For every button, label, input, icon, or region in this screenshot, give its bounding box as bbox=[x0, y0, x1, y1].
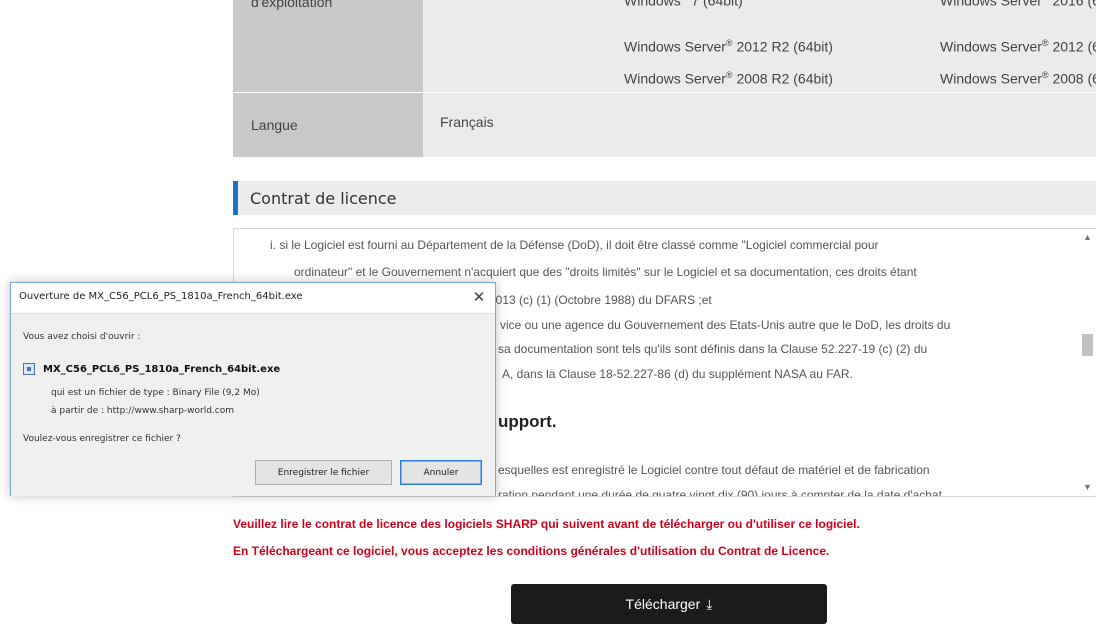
save-file-button[interactable]: Enregistrer le fichier bbox=[255, 460, 392, 485]
os-item: Windows Server® 2008 (64bit) bbox=[940, 70, 1096, 87]
os-item: Windows Server® 2012 R2 (64bit) bbox=[624, 38, 833, 55]
scroll-up-icon[interactable]: ▲ bbox=[1079, 229, 1096, 246]
dialog-file-type: qui est un fichier de type : Binary File… bbox=[51, 388, 260, 398]
os-item: Windows Server® 2016 (64bit) bbox=[940, 0, 1096, 9]
cancel-button[interactable]: Annuler bbox=[400, 460, 482, 485]
license-line: sa documentation sont tels qu'ils sont d… bbox=[498, 342, 928, 356]
license-notice: Veuillez lire le contrat de licence des … bbox=[233, 517, 860, 531]
license-line: ration pendant une durée de quatre vingt… bbox=[498, 488, 942, 497]
download-button[interactable]: Télécharger ⤓ bbox=[511, 584, 827, 624]
language-value-cell: Français bbox=[423, 93, 1096, 157]
spec-table: d'exploitation Windows® 7 (64bit) Window… bbox=[233, 0, 1096, 157]
dialog-filename: MX_C56_PCL6_PS_1810a_French_64bit.exe bbox=[43, 364, 281, 375]
dialog-source: à partir de : http://www.sharp-world.com bbox=[51, 406, 235, 416]
license-notice: En Téléchargeant ce logiciel, vous accep… bbox=[233, 544, 830, 558]
license-heading: Contrat de licence bbox=[233, 181, 1096, 215]
license-line: vice ou une agence du Gouvernement des E… bbox=[500, 318, 951, 332]
license-section-title: upport. bbox=[498, 412, 557, 431]
os-item: Windows Server® 2008 R2 (64bit) bbox=[624, 70, 833, 87]
os-item: Windows Server® 2012 (64bit) bbox=[940, 38, 1096, 55]
language-value: Français bbox=[440, 114, 494, 130]
license-line: A, dans la Clause 18-52.227-86 (d) du su… bbox=[502, 367, 853, 381]
download-icon: ⤓ bbox=[706, 595, 713, 612]
language-row: Langue Français bbox=[233, 92, 1096, 157]
dialog-body: Vous avez choisi d'ouvrir : MX_C56_PCL6_… bbox=[11, 313, 495, 496]
scroll-down-icon[interactable]: ▼ bbox=[1079, 479, 1096, 496]
dialog-title: Ouverture de MX_C56_PCL6_PS_1810a_French… bbox=[19, 291, 303, 302]
os-label: d'exploitation bbox=[251, 0, 333, 10]
file-open-dialog: Ouverture de MX_C56_PCL6_PS_1810a_French… bbox=[10, 282, 496, 496]
download-label: Télécharger bbox=[625, 596, 701, 612]
os-label-cell: d'exploitation bbox=[233, 0, 423, 92]
scrollbar-thumb[interactable] bbox=[1082, 334, 1093, 356]
dialog-question: Voulez-vous enregistrer ce fichier ? bbox=[23, 434, 181, 444]
license-line: i. si le Logiciel est fourni au Départem… bbox=[270, 238, 879, 252]
os-row: d'exploitation Windows® 7 (64bit) Window… bbox=[233, 0, 1096, 92]
license-line: 7013 (c) (1) (Octobre 1988) du DFARS ;et bbox=[489, 293, 712, 307]
close-icon[interactable]: ✕ bbox=[471, 288, 487, 306]
language-label: Langue bbox=[233, 93, 423, 157]
os-item: Windows® 7 (64bit) bbox=[624, 0, 743, 9]
os-value-cell: Windows® 7 (64bit) Windows Server® 2016 … bbox=[423, 0, 1096, 92]
license-scrollbar[interactable]: ▲ ▼ bbox=[1079, 229, 1096, 496]
dialog-chosen-label: Vous avez choisi d'ouvrir : bbox=[23, 332, 141, 342]
license-line: esquelles est enregistré le Logiciel con… bbox=[498, 463, 930, 477]
file-icon bbox=[23, 363, 35, 375]
license-line: ordinateur" et le Gouvernement n'acquier… bbox=[294, 265, 917, 279]
